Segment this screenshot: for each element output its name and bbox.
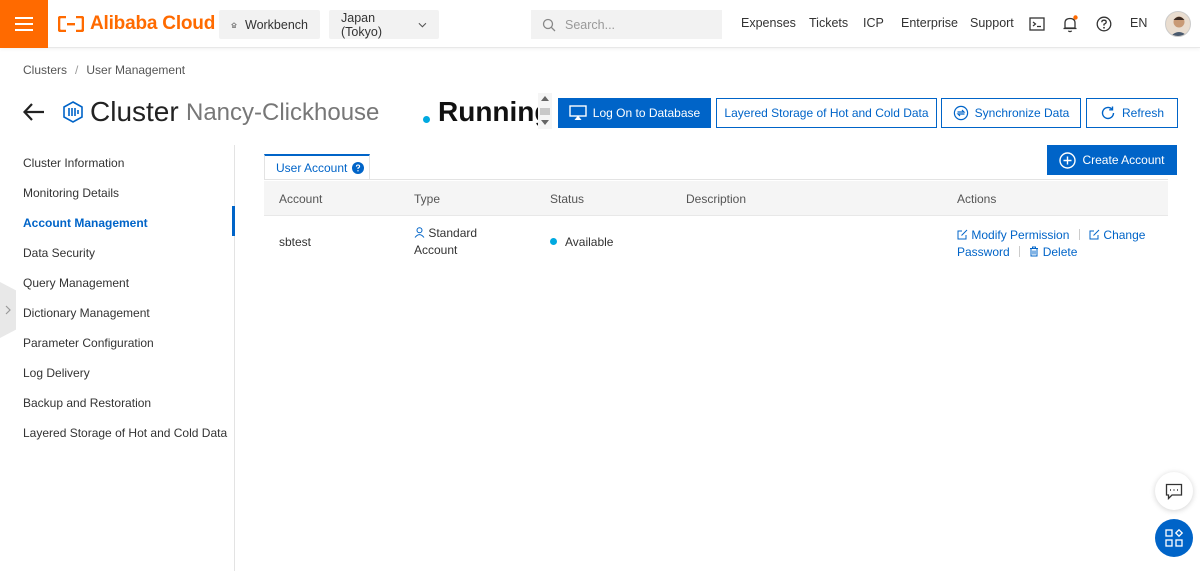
modify-permission-label: Modify Permission — [971, 228, 1070, 242]
synchronize-data-label: Synchronize Data — [974, 106, 1070, 120]
sidebar-item-data-security[interactable]: Data Security — [23, 246, 95, 260]
help-icon[interactable] — [352, 162, 365, 174]
bell-icon[interactable] — [1060, 14, 1080, 34]
sidebar-item-account-management[interactable]: Account Management — [23, 216, 148, 230]
modify-permission-link[interactable]: Modify Permission — [957, 228, 1073, 242]
create-account-label: Create Account — [1082, 153, 1165, 167]
synchronize-data-button[interactable]: Synchronize Data — [941, 98, 1081, 128]
user-icon — [414, 227, 425, 238]
topnav-tickets[interactable]: Tickets — [809, 16, 848, 30]
layered-storage-button[interactable]: Layered Storage of Hot and Cold Data — [716, 98, 937, 128]
breadcrumb-clusters[interactable]: Clusters — [23, 63, 67, 77]
region-selector[interactable]: Japan (Tokyo) — [329, 10, 439, 39]
sidebar-item-query-management[interactable]: Query Management — [23, 276, 129, 290]
action-divider — [1019, 246, 1021, 257]
sidebar-item-cluster-information[interactable]: Cluster Information — [23, 156, 124, 170]
workbench-label: Workbench — [245, 17, 308, 32]
change-label: Change — [1103, 228, 1146, 242]
create-account-button[interactable]: Create Account — [1047, 145, 1177, 175]
scroll-down-icon[interactable] — [541, 120, 549, 125]
layered-storage-label: Layered Storage of Hot and Cold Data — [724, 106, 929, 120]
tab-underline — [264, 179, 1168, 180]
chat-icon — [1165, 483, 1183, 500]
sidebar-expand-handle[interactable] — [0, 282, 16, 338]
delete-label: Delete — [1042, 245, 1078, 259]
avatar[interactable] — [1165, 11, 1191, 37]
feedback-button[interactable] — [1155, 472, 1193, 510]
sidebar-item-backup-and-restoration[interactable]: Backup and Restoration — [23, 396, 151, 410]
terminal-icon[interactable] — [1027, 14, 1047, 34]
sidebar-item-layered-storage[interactable]: Layered Storage of Hot and Cold Data — [23, 426, 227, 440]
search-icon — [542, 18, 556, 31]
home-icon — [231, 21, 237, 28]
delete-link[interactable]: Delete — [1026, 245, 1077, 259]
cluster-name: Nancy-Clickhouse — [186, 99, 380, 126]
column-header-description: Description — [686, 192, 747, 206]
search-input[interactable]: Search... — [531, 10, 722, 39]
column-header-status: Status — [550, 192, 585, 206]
row-actions: Modify Permission Change Password Delete — [957, 227, 1145, 261]
clickhouse-cluster-icon — [62, 101, 84, 123]
menu-icon[interactable] — [0, 0, 48, 48]
breadcrumb-current: User Management — [86, 63, 186, 77]
refresh-icon — [1101, 106, 1115, 120]
plus-circle-icon — [1059, 151, 1077, 169]
account-type: Standard Account — [414, 225, 477, 259]
account-status: Available — [565, 235, 614, 249]
brand-name: Alibaba Cloud — [90, 13, 216, 34]
region-label: Japan (Tokyo) — [341, 10, 382, 39]
breadcrumb: Clusters / User Management — [23, 63, 185, 77]
account-type-line1: Standard — [428, 226, 478, 240]
table-header: Account Type Status Description Actions — [264, 181, 1168, 216]
sidebar-item-dictionary-management[interactable]: Dictionary Management — [23, 306, 150, 320]
language-switcher[interactable]: EN — [1130, 16, 1147, 30]
alibaba-cloud-logo[interactable]: Alibaba Cloud — [58, 12, 215, 36]
action-divider — [1078, 229, 1080, 240]
column-header-actions: Actions — [957, 192, 997, 206]
status-available-dot-icon — [550, 238, 557, 245]
apps-icon — [1165, 529, 1183, 547]
logo-icon — [58, 16, 84, 32]
log-on-to-database-button[interactable]: Log On to Database — [558, 98, 711, 128]
sync-icon — [953, 105, 968, 121]
scroll-spinner[interactable] — [538, 93, 552, 129]
account-name: sbtest — [279, 235, 312, 249]
scroll-thumb[interactable] — [540, 108, 550, 115]
sidebar — [0, 145, 235, 571]
workbench-button[interactable]: Workbench — [219, 10, 320, 39]
sidebar-item-parameter-configuration[interactable]: Parameter Configuration — [23, 336, 154, 350]
cluster-status: Running — [438, 96, 552, 127]
topnav-support[interactable]: Support — [970, 16, 1014, 30]
refresh-label: Refresh — [1121, 106, 1165, 120]
sidebar-item-monitoring-details[interactable]: Monitoring Details — [23, 186, 119, 200]
edit-icon — [1089, 229, 1100, 240]
apps-button[interactable] — [1155, 519, 1193, 557]
column-header-type: Type — [414, 192, 441, 206]
topnav-enterprise[interactable]: Enterprise — [901, 16, 958, 30]
help-icon[interactable] — [1094, 14, 1114, 34]
active-nav-indicator — [232, 206, 235, 236]
topnav-expenses[interactable]: Expenses — [741, 16, 796, 30]
account-type-line2: Account — [414, 243, 458, 257]
refresh-button[interactable]: Refresh — [1086, 98, 1178, 128]
back-arrow-icon[interactable] — [22, 101, 46, 123]
status-dot-icon — [423, 116, 430, 123]
trash-icon — [1030, 246, 1039, 257]
edit-icon — [957, 229, 968, 240]
log-on-to-database-label: Log On to Database — [592, 106, 701, 120]
chevron-right-icon — [5, 305, 11, 315]
tab-user-account-label: User Account — [276, 161, 348, 175]
search-placeholder: Search... — [565, 17, 616, 32]
password-label: Password — [957, 245, 1010, 259]
topnav-icp[interactable]: ICP — [863, 16, 884, 30]
top-navigation-bar: Alibaba Cloud Workbench Japan (Tokyo) Se… — [0, 0, 1200, 48]
sidebar-item-log-delivery[interactable]: Log Delivery — [23, 366, 90, 380]
breadcrumb-separator: / — [75, 63, 79, 77]
column-header-account: Account — [279, 192, 323, 206]
monitor-icon — [569, 105, 587, 120]
page-title: Cluster — [90, 96, 179, 127]
tab-user-account[interactable]: User Account — [264, 154, 370, 180]
chevron-down-icon — [418, 22, 427, 28]
scroll-up-icon[interactable] — [541, 96, 549, 101]
